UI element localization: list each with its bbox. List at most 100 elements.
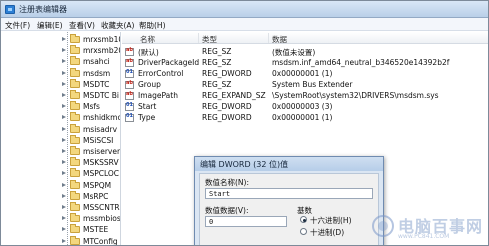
value-name-field: Start bbox=[205, 188, 373, 199]
value-name: ErrorControl bbox=[138, 69, 184, 78]
value-row[interactable]: (默认)REG_SZ(数值未设置) bbox=[122, 46, 488, 57]
radio-decimal-label[interactable]: 十进制(D) bbox=[310, 227, 344, 238]
expand-arrow-icon[interactable] bbox=[62, 48, 67, 53]
radio-hexadecimal-label[interactable]: 十六进制(H) bbox=[310, 215, 352, 226]
folder-icon bbox=[70, 134, 80, 144]
menu-file[interactable]: 文件(F) bbox=[5, 20, 30, 31]
tree-item[interactable]: MSDTC Bi bbox=[61, 90, 120, 101]
value-row[interactable]: Group REG_SZ System Bus Extender bbox=[122, 79, 488, 90]
list-header: 名称 类型 数据 bbox=[122, 32, 488, 45]
menu-edit[interactable]: 编辑(E) bbox=[37, 20, 63, 31]
tree-item[interactable]: MSPCLOC bbox=[61, 168, 120, 179]
tree-item[interactable]: mshidkmc bbox=[61, 112, 120, 123]
tree-item[interactable]: MSiSCSI bbox=[61, 134, 120, 146]
site-watermark: 电脑百事网 www.PC841.COM bbox=[372, 211, 484, 243]
value-data: 0x00000003 (3) bbox=[272, 102, 333, 111]
folder-icon bbox=[70, 146, 80, 155]
folder-icon bbox=[70, 190, 80, 200]
tree-item[interactable]: MSSCNTR bbox=[61, 202, 120, 213]
tree-item[interactable]: MSKSSRV bbox=[61, 157, 120, 168]
tree-item[interactable]: MsRPC bbox=[61, 190, 120, 202]
tree-item-label: MSPQM bbox=[83, 180, 112, 190]
value-data: System Bus Extender bbox=[272, 80, 353, 89]
folder-icon bbox=[70, 34, 80, 43]
value-row[interactable]: Type REG_DWORD 0x00000001 (1) bbox=[122, 112, 488, 123]
radio-decimal[interactable] bbox=[300, 228, 307, 235]
folder-icon bbox=[70, 157, 80, 167]
title-bar: 注册表编辑器 bbox=[1, 1, 488, 18]
tree-item[interactable]: msisadrv bbox=[61, 123, 120, 135]
expand-arrow-icon[interactable] bbox=[62, 70, 67, 76]
value-type: REG_DWORD bbox=[202, 69, 252, 78]
tree-item[interactable]: MTConfig bbox=[61, 235, 120, 246]
value-data-label: 数值数据(V): bbox=[205, 206, 249, 215]
column-separator[interactable] bbox=[198, 33, 199, 43]
dialog-body: 数值名称(N): Start 数值数据(V): 0 基数 十六进制(H) 十进制… bbox=[199, 173, 379, 245]
registry-key-tree[interactable]: mrxsmb10 mrxsmb20 msahci msdsm MSDTC MSDTC Bi… bbox=[1, 32, 121, 246]
tree-item-label: Msfs bbox=[83, 102, 100, 112]
value-type: REG_SZ bbox=[202, 47, 232, 56]
expand-arrow-icon[interactable] bbox=[62, 115, 67, 120]
value-type: REG_EXPAND_SZ bbox=[202, 91, 266, 100]
column-data-header[interactable]: 数据 bbox=[272, 34, 287, 45]
expand-arrow-icon[interactable] bbox=[62, 216, 67, 221]
expand-arrow-icon[interactable] bbox=[62, 238, 67, 244]
column-separator[interactable] bbox=[268, 33, 269, 43]
folder-icon bbox=[70, 123, 80, 133]
tree-item[interactable]: msdsm bbox=[61, 67, 120, 79]
expand-arrow-icon[interactable] bbox=[62, 160, 67, 165]
tree-item[interactable]: MSPQM bbox=[61, 179, 120, 191]
value-row[interactable]: ImagePath REG_EXPAND_SZ \SystemRoot\system… bbox=[122, 90, 488, 101]
tree-item[interactable]: MSTEE bbox=[61, 224, 120, 235]
value-row[interactable]: DriverPackageIdREG_SZ msdsm.inf_amd64_neu… bbox=[122, 57, 488, 68]
string-value-icon bbox=[125, 47, 134, 56]
expand-arrow-icon[interactable] bbox=[62, 149, 67, 154]
tree-item-label: MSiSCSI bbox=[83, 135, 114, 145]
radio-hexadecimal[interactable] bbox=[300, 216, 307, 223]
tree-item[interactable]: mrxsmb20 bbox=[61, 45, 120, 56]
expand-arrow-icon[interactable] bbox=[62, 37, 67, 42]
expand-arrow-icon[interactable] bbox=[62, 205, 67, 210]
value-name-text: Start bbox=[209, 190, 231, 198]
menu-view[interactable]: 查看(V) bbox=[69, 20, 95, 31]
watermark-url: www.PC841.COM bbox=[398, 233, 450, 240]
expand-arrow-icon[interactable] bbox=[62, 104, 67, 109]
expand-arrow-icon[interactable] bbox=[62, 171, 67, 176]
menu-bar: 文件(F) 编辑(E) 查看(V) 收藏夹(A) 帮助(H) bbox=[1, 18, 488, 31]
expand-arrow-icon[interactable] bbox=[62, 227, 67, 232]
expand-arrow-icon[interactable] bbox=[62, 93, 67, 98]
value-type: REG_DWORD bbox=[202, 102, 252, 111]
expand-arrow-icon[interactable] bbox=[62, 81, 67, 87]
expand-arrow-icon[interactable] bbox=[62, 193, 67, 199]
binary-value-icon bbox=[125, 102, 134, 111]
expand-arrow-icon[interactable] bbox=[62, 182, 67, 188]
tree-item-label: MTConfig bbox=[83, 236, 118, 246]
tree-item[interactable]: Msfs bbox=[61, 101, 120, 112]
regedit-icon bbox=[5, 5, 15, 14]
column-type-header[interactable]: 类型 bbox=[202, 34, 217, 45]
tree-item[interactable]: mrxsmb10 bbox=[61, 34, 120, 45]
tree-item[interactable]: msiserver bbox=[61, 146, 120, 157]
value-row[interactable]: ErrorControl REG_DWORD 0x00000001 (1) bbox=[122, 68, 488, 79]
value-name: ImagePath bbox=[138, 91, 178, 100]
menu-help[interactable]: 帮助(H) bbox=[139, 20, 166, 31]
dialog-title-bar[interactable]: 编辑 DWORD (32 位)值 bbox=[195, 157, 383, 171]
string-value-icon bbox=[125, 80, 134, 89]
folder-icon bbox=[70, 112, 80, 122]
value-name: DriverPackageId bbox=[138, 58, 200, 67]
tree-item-label: mssmbios bbox=[83, 214, 121, 224]
expand-arrow-icon[interactable] bbox=[62, 137, 67, 143]
value-row[interactable]: Start REG_DWORD 0x00000003 (3) bbox=[122, 101, 488, 112]
value-name: Group bbox=[138, 80, 161, 89]
value-data-input[interactable]: 0 bbox=[205, 216, 287, 227]
tree-item[interactable]: mssmbios bbox=[61, 213, 121, 224]
expand-arrow-icon[interactable] bbox=[62, 59, 67, 64]
tree-item[interactable]: MSDTC bbox=[61, 78, 120, 90]
menu-favorites[interactable]: 收藏夹(A) bbox=[101, 20, 134, 31]
watermark-logo-icon bbox=[372, 215, 394, 237]
tree-item[interactable]: msahci bbox=[61, 56, 120, 67]
column-name-header[interactable]: 名称 bbox=[140, 34, 155, 45]
tree-item-label: MSTEE bbox=[83, 225, 109, 235]
expand-arrow-icon[interactable] bbox=[62, 126, 67, 132]
value-data: 0x00000001 (1) bbox=[272, 113, 333, 122]
